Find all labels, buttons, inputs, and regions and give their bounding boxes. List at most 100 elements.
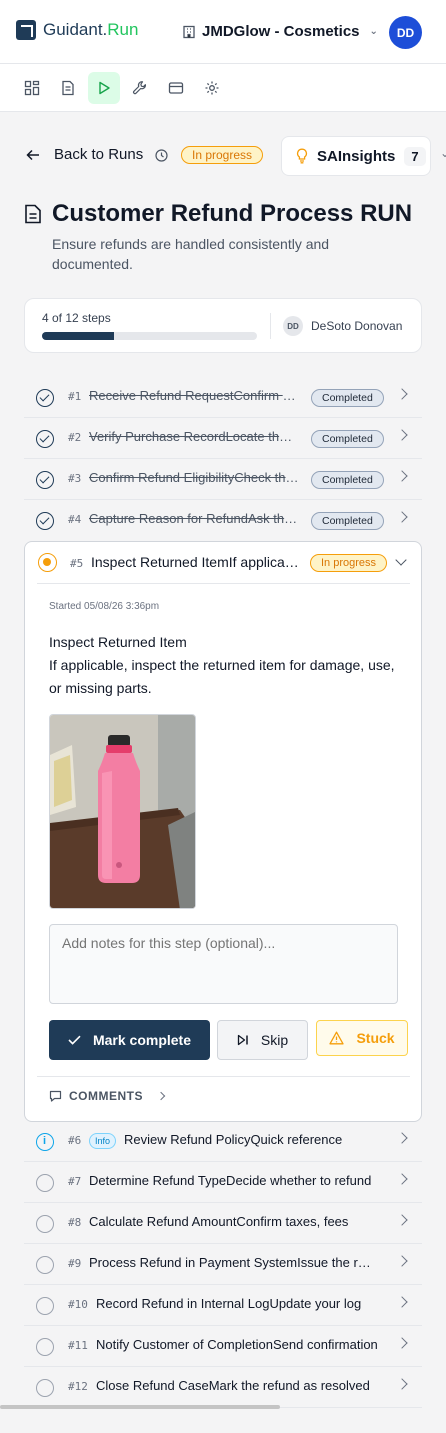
check-circle-icon <box>36 389 54 407</box>
document-icon[interactable] <box>52 72 84 104</box>
step-row-11[interactable]: #11 Notify Customer of CompletionSend co… <box>24 1326 422 1367</box>
step-number: #8 <box>68 1216 82 1229</box>
progress-card: 4 of 12 steps DD DeSoto Donovan <box>24 298 422 353</box>
step-title[interactable]: Inspect Returned ItemIf applicable, insp… <box>91 554 301 570</box>
in-progress-radio-icon <box>38 553 57 572</box>
warning-icon <box>329 1031 345 1045</box>
step-row-8[interactable]: #8 Calculate Refund AmountConfirm taxes,… <box>24 1203 422 1244</box>
step-number: #2 <box>68 431 82 444</box>
empty-circle-icon <box>36 1256 54 1274</box>
page-title-row: Customer Refund Process RUN <box>24 200 412 228</box>
arrow-left-icon <box>26 149 39 160</box>
mark-complete-label: Mark complete <box>92 1032 192 1048</box>
step-title: Verify Purchase RecordLocate the origina… <box>89 429 299 444</box>
step-title: Review Refund PolicyQuick reference <box>124 1132 343 1147</box>
step-title: Calculate Refund AmountConfirm taxes, fe… <box>89 1214 349 1229</box>
wrench-icon[interactable] <box>124 72 156 104</box>
chevron-right-icon <box>396 1173 408 1185</box>
step-number: #6 <box>68 1134 82 1147</box>
play-icon[interactable] <box>88 72 120 104</box>
org-switcher[interactable]: JMDGlow - Cosmetics ⌄ <box>182 23 378 40</box>
empty-circle-icon <box>36 1338 54 1356</box>
page-title: Customer Refund Process RUN <box>52 200 413 227</box>
chevron-right-icon <box>396 1214 408 1226</box>
skip-button[interactable]: Skip <box>217 1020 308 1060</box>
sainsights-label: SAInsights <box>317 147 396 165</box>
chevron-right-icon <box>396 1296 408 1308</box>
active-step-card: #5 Inspect Returned ItemIf applicable, i… <box>24 541 422 1122</box>
step-number: #1 <box>68 390 82 403</box>
step-row-3[interactable]: #3 Confirm Refund EligibilityCheck the r… <box>24 459 422 500</box>
skip-forward-icon <box>237 1034 248 1046</box>
stuck-button[interactable]: Stuck <box>316 1020 408 1056</box>
step-row-2[interactable]: #2 Verify Purchase RecordLocate the orig… <box>24 418 422 459</box>
step-number: #7 <box>68 1175 82 1188</box>
chevron-right-icon <box>396 470 408 482</box>
step-number: #12 <box>68 1380 88 1393</box>
gear-icon[interactable] <box>196 72 228 104</box>
info-badge: Info <box>89 1133 117 1149</box>
back-to-runs-link[interactable]: Back to Runs <box>26 146 143 163</box>
stuck-label: Stuck <box>356 1030 395 1046</box>
step-row-7[interactable]: #7 Determine Refund TypeDecide whether t… <box>24 1162 422 1203</box>
page-subtitle: Ensure refunds are handled consistently … <box>52 236 330 272</box>
step-title: Record Refund in Internal LogUpdate your… <box>96 1296 362 1311</box>
chevron-right-icon <box>396 429 408 441</box>
step-row-6[interactable]: #6 Info Review Refund PolicyQuick refere… <box>24 1121 422 1162</box>
empty-circle-icon <box>36 1379 54 1397</box>
card-icon[interactable] <box>160 72 192 104</box>
mark-complete-button[interactable]: Mark complete <box>49 1020 210 1060</box>
grid-icon[interactable] <box>16 72 48 104</box>
step-notes-input[interactable] <box>49 924 398 1004</box>
brand-logo[interactable]: Guidant.Run <box>16 20 138 40</box>
building-icon <box>183 25 195 38</box>
sainsights-button[interactable]: SAInsights 7 <box>281 136 431 176</box>
status-badge: In progress <box>310 554 388 572</box>
step-detail: Inspect Returned Item If applicable, ins… <box>49 631 399 700</box>
chevron-right-icon <box>396 1378 408 1390</box>
user-avatar[interactable]: DD <box>389 16 422 49</box>
empty-circle-icon <box>36 1174 54 1192</box>
step-number: #9 <box>68 1257 82 1270</box>
step-row-10[interactable]: #10 Record Refund in Internal LogUpdate … <box>24 1285 422 1326</box>
chevron-right-icon <box>156 1091 166 1101</box>
chevron-down-icon[interactable]: ⌄ <box>440 146 446 160</box>
top-bar: Guidant.Run JMDGlow - Cosmetics ⌄ DD <box>0 0 446 64</box>
back-label: Back to Runs <box>54 146 144 163</box>
status-badge: Completed <box>311 512 384 530</box>
step-title: Process Refund in Payment SystemIssue th… <box>89 1255 377 1270</box>
divider <box>37 583 410 584</box>
detail-body: If applicable, inspect the returned item… <box>49 657 395 696</box>
chevron-right-icon <box>396 388 408 400</box>
status-badge: Completed <box>311 430 384 448</box>
step-number: #5 <box>70 557 84 570</box>
horizontal-scrollbar[interactable] <box>0 1405 280 1409</box>
detail-title: Inspect Returned Item <box>49 634 187 650</box>
info-circle-icon <box>36 1133 54 1151</box>
empty-circle-icon <box>36 1215 54 1233</box>
chevron-right-icon <box>396 1132 408 1144</box>
sainsights-count: 7 <box>404 146 426 166</box>
step-number: #3 <box>68 472 82 485</box>
step-number: #11 <box>68 1339 88 1352</box>
chevron-down-icon: ⌄ <box>369 26 378 37</box>
step-row-4[interactable]: #4 Capture Reason for RefundAsk the cust… <box>24 500 422 541</box>
progress-bar <box>42 332 257 340</box>
assignee-name: DeSoto Donovan <box>311 319 403 333</box>
step-title: Confirm Refund EligibilityCheck the refu… <box>89 470 299 485</box>
toolbar <box>0 64 446 112</box>
step-number: #10 <box>68 1298 88 1311</box>
empty-circle-icon <box>36 1297 54 1315</box>
step-title: Close Refund CaseMark the refund as reso… <box>96 1378 370 1393</box>
step-row-12[interactable]: #12 Close Refund CaseMark the refund as … <box>24 1367 422 1408</box>
clock-icon <box>155 149 168 162</box>
step-row-9[interactable]: #9 Process Refund in Payment SystemIssue… <box>24 1244 422 1285</box>
step-row-1[interactable]: #1 Receive Refund RequestConfirm the req… <box>24 377 422 418</box>
progress-fill <box>42 332 114 340</box>
step-title: Capture Reason for RefundAsk the custome… <box>89 511 299 526</box>
returned-item-photo[interactable] <box>49 714 196 909</box>
chevron-right-icon <box>396 1337 408 1349</box>
chevron-down-icon[interactable] <box>395 554 407 566</box>
check-circle-icon <box>36 430 54 448</box>
comments-toggle[interactable]: COMMENTS <box>49 1089 166 1103</box>
